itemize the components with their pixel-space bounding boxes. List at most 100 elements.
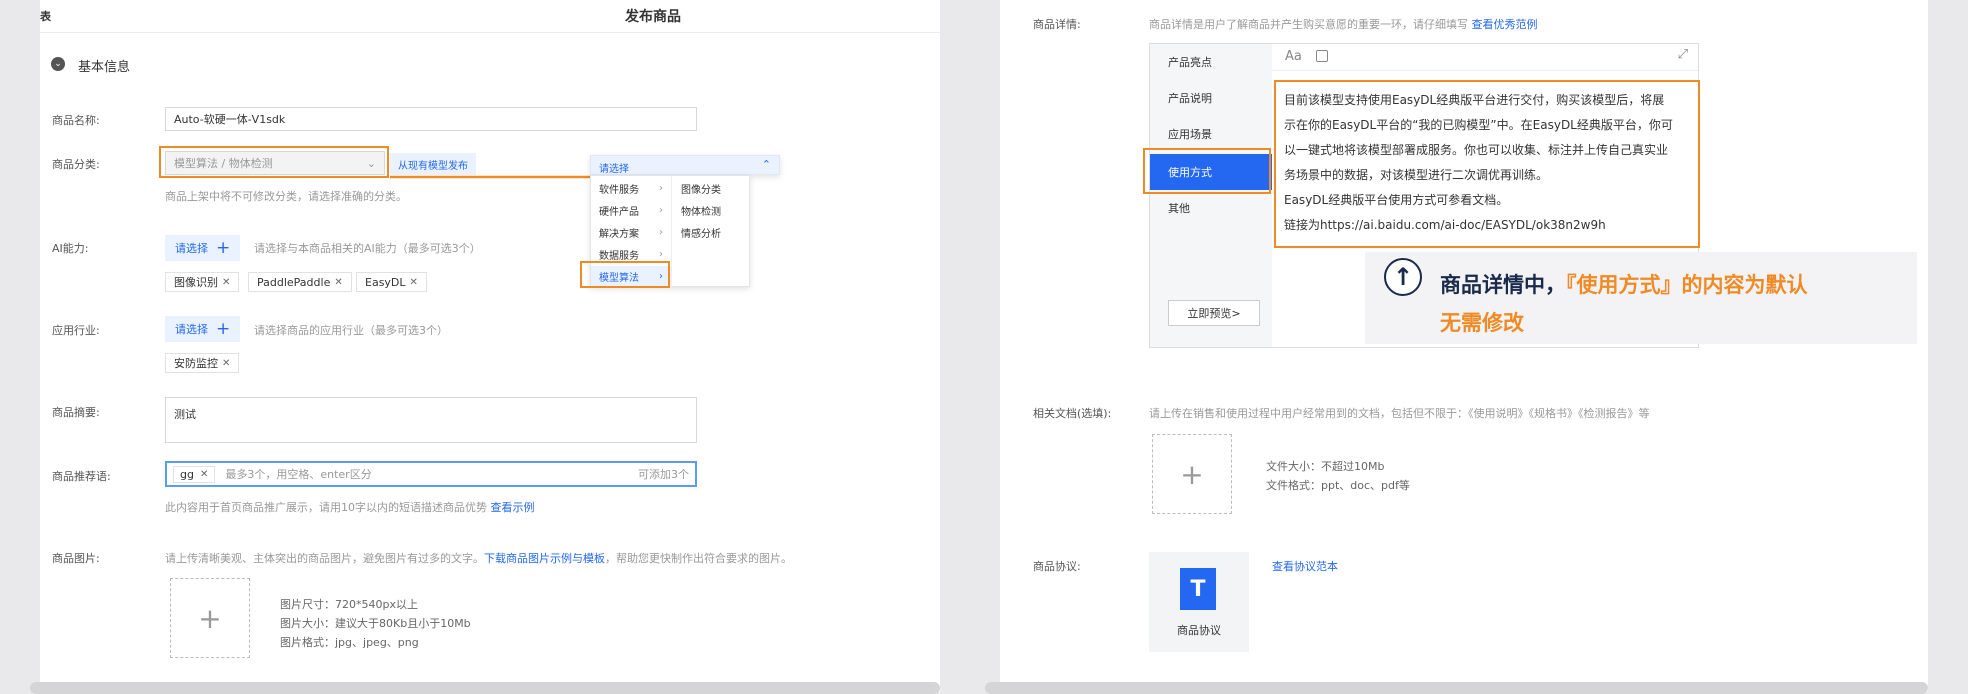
ai-ability-select-button[interactable]: 请选择 + <box>165 235 241 261</box>
view-example-link[interactable]: 查看示例 <box>491 501 535 514</box>
dropdown-item-solution[interactable]: 解决方案 › <box>591 222 671 242</box>
dropdown-sub-label: 图像分类 <box>681 184 721 196</box>
dropdown-item-label: 数据服务 <box>599 250 639 262</box>
plus-icon: + <box>216 318 231 339</box>
download-template-link[interactable]: 下载商品图片示例与模板 <box>484 552 605 565</box>
dropdown-item-label: 解决方案 <box>599 228 639 240</box>
detail-content-line: 以一键式地将该模型部署成服务。你也可以收集、标注并上传自己真实业 <box>1284 143 1669 157</box>
category-label: 商品分类: <box>52 158 100 171</box>
detail-hint-text: 商品详情是用户了解商品并产生购买意愿的重要一环，请仔细填写 <box>1149 18 1468 31</box>
doc-size-spec: 文件大小：不超过10Mb <box>1266 460 1385 473</box>
image-spec-format: 图片格式：jpg、jpeg、png <box>280 636 419 649</box>
view-excellent-example-link[interactable]: 查看优秀范例 <box>1472 18 1538 31</box>
ai-tag-paddlepaddle: PaddlePaddle ✕ <box>248 272 352 292</box>
select-button-label: 请选择 <box>175 323 208 336</box>
tab-product-highlights[interactable]: 产品亮点 <box>1150 44 1272 80</box>
tag-label: gg <box>180 467 194 481</box>
tab-other[interactable]: 其他 <box>1150 190 1272 226</box>
dropdown-sub-item[interactable]: 物体检测 <box>673 200 751 220</box>
document-icon: T <box>1180 568 1216 610</box>
chevron-right-icon: › <box>659 182 663 194</box>
image-spec-weight: 图片大小：建议大于80Kb且小于10Mb <box>280 617 471 630</box>
recommend-counter: 可添加3个 <box>638 468 689 481</box>
close-icon[interactable]: ✕ <box>222 358 230 369</box>
doc-upload-plus-icon[interactable]: + <box>1152 434 1232 514</box>
callout-text: 商品详情中，『使用方式』的内容为默认 无需修改 <box>1440 266 1808 342</box>
chevron-right-icon: › <box>659 248 663 260</box>
dropdown-header[interactable]: 请选择 ⌃ <box>590 155 780 175</box>
tag-label: 安防监控 <box>174 357 218 370</box>
section-title: 基本信息 <box>78 60 131 75</box>
dropdown-sub-item[interactable]: 图像分类 <box>673 178 751 198</box>
ai-tag-image-recognition: 图像识别 ✕ <box>165 272 240 292</box>
tab-use-cases[interactable]: 应用场景 <box>1150 116 1272 152</box>
industry-hint: 请选择商品的应用行业（最多可选3个） <box>254 324 448 337</box>
detail-content-line: 目前该模型支持使用EasyDL经典版平台进行交付，购买该模型后，将展 <box>1284 93 1665 107</box>
recommend-tag: gg ✕ <box>173 465 216 483</box>
ai-tag-easydl: EasyDL ✕ <box>356 272 427 292</box>
collapse-chevron-icon[interactable]: ⌄ <box>51 57 65 71</box>
product-detail-panel: 商品详情: 商品详情是用户了解商品并产生购买意愿的重要一环，请仔细填写 查看优秀… <box>1000 0 1928 692</box>
expand-icon[interactable]: ⤢ <box>1678 47 1688 62</box>
docs-label: 相关文档(选填): <box>1033 407 1112 420</box>
category-hint: 商品上架中将不可修改分类，请选择准确的分类。 <box>165 190 407 203</box>
publish-form-panel: 表 发布商品 ⌄ 基本信息 商品名称: Auto-软硬一体-V1sdk 商品分类… <box>40 0 940 692</box>
tag-label: PaddlePaddle <box>257 275 331 289</box>
docs-hint: 请上传在销售和使用过程中用户经常用到的文档，包括但不限于：《使用说明》《规格书》… <box>1149 407 1650 420</box>
close-icon[interactable]: ✕ <box>410 277 418 288</box>
ai-ability-hint: 请选择与本商品相关的AI能力（最多可选3个） <box>254 242 481 255</box>
dropdown-item-hardware[interactable]: 硬件产品 › <box>591 200 671 220</box>
right-scrollbar[interactable] <box>985 682 1928 694</box>
recommend-input[interactable]: gg ✕ 最多3个，用空格、enter区分 可添加3个 <box>165 461 697 487</box>
tag-label: 图像识别 <box>174 276 218 289</box>
images-label: 商品图片: <box>52 552 100 565</box>
images-hint-text-tail: ，帮助您更快制作出符合要求的图片。 <box>605 552 792 565</box>
detail-content[interactable]: 目前该模型支持使用EasyDL经典版平台进行交付，购买该模型后，将展 示在你的E… <box>1274 80 1700 248</box>
tab-product-description[interactable]: 产品说明 <box>1150 80 1272 116</box>
chevron-up-icon: ⌃ <box>761 158 771 171</box>
close-icon[interactable]: ✕ <box>334 277 342 288</box>
agreement-file-card[interactable]: T 商品协议 <box>1149 552 1249 652</box>
callout-prefix: 商品详情中， <box>1440 273 1566 297</box>
summary-textarea[interactable]: 测试 <box>165 397 697 443</box>
view-agreement-template-link[interactable]: 查看协议范本 <box>1272 558 1338 574</box>
toolbar-divider <box>1272 70 1698 71</box>
industry-select-button[interactable]: 请选择 + <box>165 316 241 342</box>
chevron-right-icon: › <box>659 226 663 238</box>
recommend-hint-text: 此内容用于首页商品推广展示，请用10字以内的短语描述商品优势 <box>165 501 487 514</box>
image-spec-size: 图片尺寸：720*540px以上 <box>280 598 418 611</box>
font-icon[interactable]: Aa <box>1285 44 1302 70</box>
detail-label: 商品详情: <box>1033 18 1081 31</box>
detail-hint: 商品详情是用户了解商品并产生购买意愿的重要一环，请仔细填写 查看优秀范例 <box>1149 16 1538 32</box>
dropdown-sub-label: 物体检测 <box>681 206 721 218</box>
model-item-highlight <box>580 261 670 288</box>
agreement-label: 商品协议: <box>1033 560 1081 573</box>
product-name-input[interactable]: Auto-软硬一体-V1sdk <box>165 107 697 131</box>
agreement-file-name: 商品协议 <box>1177 624 1221 637</box>
recommend-hint: 此内容用于首页商品推广展示，请用10字以内的短语描述商品优势 查看示例 <box>165 499 535 515</box>
ai-ability-label: AI能力: <box>52 242 89 255</box>
images-hint: 请上传清晰美观、主体突出的商品图片，避免图片有过多的文字。下载商品图片示例与模板… <box>165 550 792 566</box>
dropdown-divider <box>671 176 672 288</box>
detail-content-line: 务场景中的数据，对该模型进行二次调优再训练。 <box>1284 168 1549 182</box>
close-icon[interactable]: ✕ <box>200 469 208 480</box>
category-highlight <box>159 146 389 178</box>
callout-line2: 无需修改 <box>1440 311 1524 335</box>
images-hint-text: 请上传清晰美观、主体突出的商品图片，避免图片有过多的文字。 <box>165 552 484 565</box>
close-icon[interactable]: ✕ <box>222 277 230 288</box>
detail-content-line: 示在你的EasyDL平台的“我的已购模型”中。在EasyDL经典版平台，你可 <box>1284 118 1673 132</box>
corner-char: 表 <box>40 10 51 23</box>
dropdown-item-software[interactable]: 软件服务 › <box>591 178 671 198</box>
chevron-right-icon: › <box>659 204 663 216</box>
page-title: 发布商品 <box>625 9 681 25</box>
dropdown-item-label: 硬件产品 <box>599 206 639 218</box>
arrow-up-icon: ↑ <box>1384 258 1422 296</box>
preview-button[interactable]: 立即预览> <box>1168 300 1260 326</box>
doc-format-spec: 文件格式：ppt、doc、pdf等 <box>1266 479 1410 492</box>
image-icon[interactable] <box>1316 50 1328 62</box>
dropdown-sub-item[interactable]: 情感分析 <box>673 222 751 242</box>
image-upload-plus-icon[interactable]: + <box>170 578 250 658</box>
detail-content-line: EasyDL经典版平台使用方式可参看文档。 <box>1284 193 1509 207</box>
left-scrollbar[interactable] <box>30 682 940 694</box>
dropdown-item-label: 软件服务 <box>599 184 639 196</box>
